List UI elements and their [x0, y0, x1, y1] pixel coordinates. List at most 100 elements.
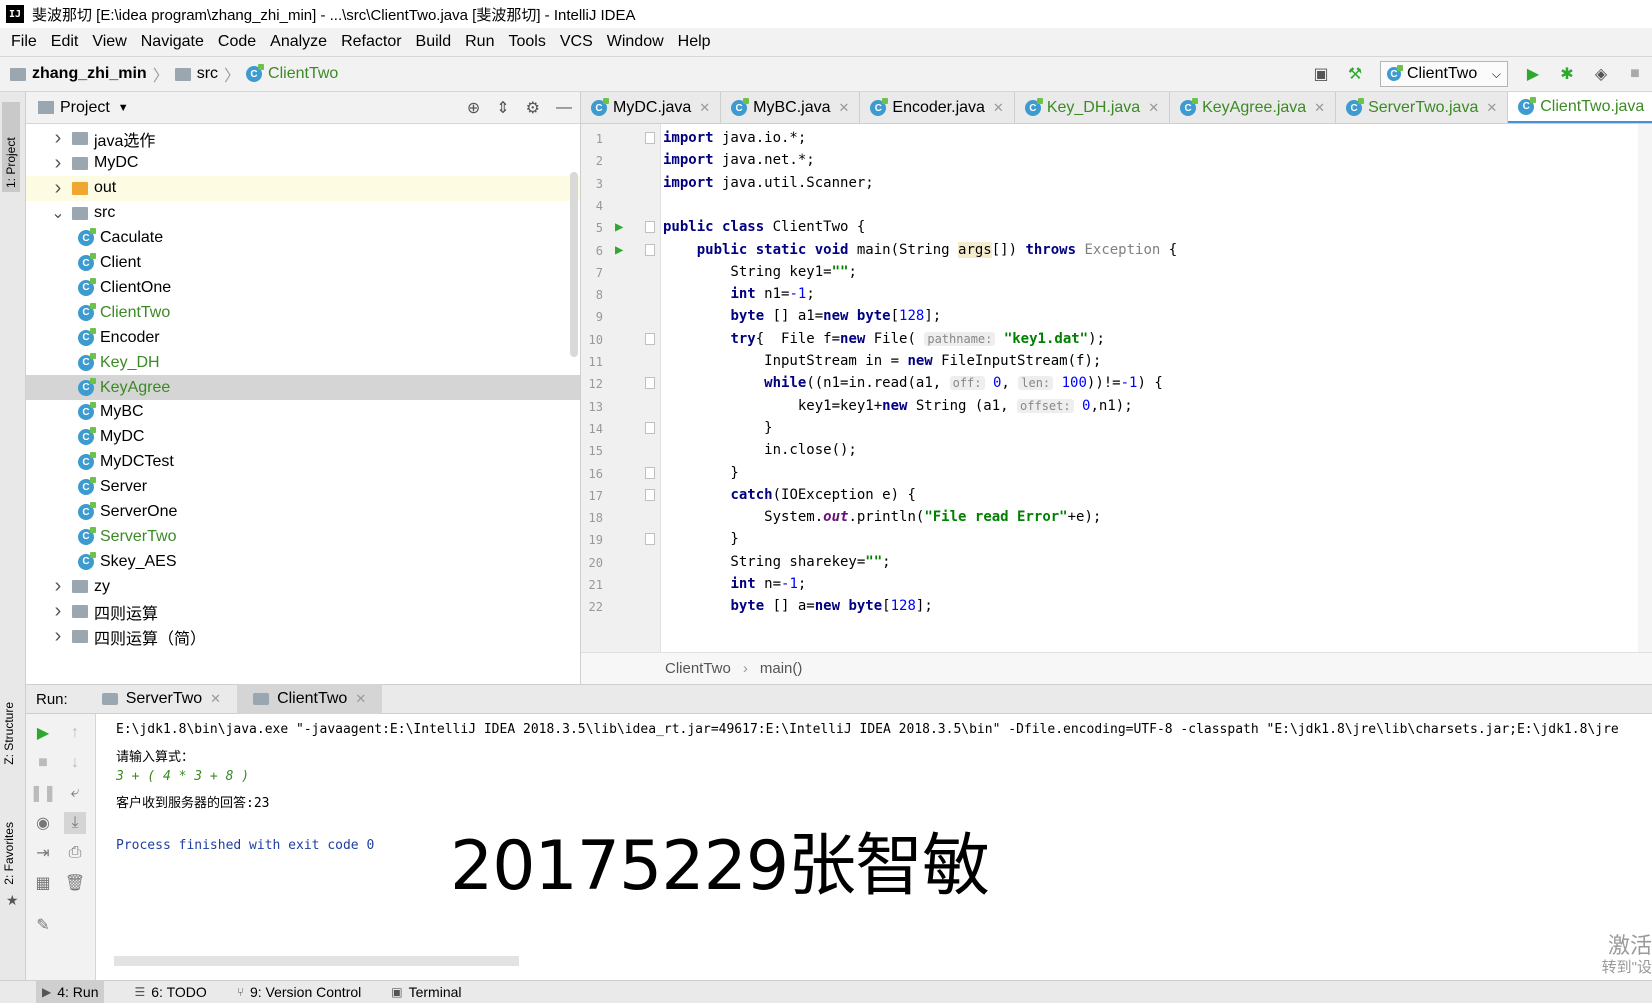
code-line[interactable]: 9 byte [] a1=new byte[128]; [581, 306, 1652, 330]
breadcrumb-project[interactable]: zhang_zhi_min [10, 65, 147, 83]
close-icon[interactable]: ✕ [1314, 100, 1325, 116]
tree-item-Caculate[interactable]: C Caculate [26, 226, 580, 251]
close-icon[interactable]: ✕ [1148, 100, 1159, 116]
menu-tools[interactable]: Tools [501, 33, 552, 51]
tree-item-MyDC[interactable]: › MyDC [26, 151, 580, 176]
code-line[interactable]: 17 catch(IOException e) { [581, 485, 1652, 509]
chevron-down-icon[interactable]: ▼ [118, 102, 129, 114]
editor-scrollbar[interactable] [1638, 124, 1652, 652]
menu-build[interactable]: Build [409, 33, 459, 51]
run-configuration-select[interactable]: C ClientTwo ⌵ [1380, 61, 1508, 87]
tree-item-ServerTwo[interactable]: C ServerTwo [26, 524, 580, 549]
run-icon[interactable]: ▶ [1522, 63, 1544, 85]
tree-item-zy[interactable]: › zy [26, 574, 580, 599]
code-line[interactable]: 1 import java.io.*; [581, 128, 1652, 152]
menu-window[interactable]: Window [600, 33, 671, 51]
code-line[interactable]: 14 } [581, 418, 1652, 442]
code-editor[interactable]: 1 import java.io.*; 2 import java.net.*; 3 im… [581, 124, 1652, 652]
bottom-tab-Terminal[interactable]: ▣ Terminal [391, 984, 461, 1000]
chevron-right-icon[interactable]: › [48, 600, 68, 623]
arrow-down-icon[interactable]: ↓ [64, 752, 86, 774]
code-line[interactable]: 11 InputStream in = new FileInputStream(… [581, 351, 1652, 375]
code-line[interactable]: 5 ▶ public class ClientTwo { [581, 217, 1652, 241]
gear-icon[interactable]: ⚙ [526, 98, 540, 118]
restore-layout-icon[interactable]: ⇥ [32, 842, 54, 864]
close-icon[interactable]: ✕ [699, 100, 710, 116]
collapse-all-icon[interactable]: ⇕ [496, 98, 509, 118]
pause-icon[interactable]: ❚❚ [30, 782, 57, 804]
tree-item-src[interactable]: ⌄ src [26, 201, 580, 226]
chevron-right-icon[interactable]: › [48, 152, 68, 175]
stop-icon[interactable]: ■ [1624, 63, 1646, 85]
locate-target-icon[interactable]: ⊕ [467, 98, 480, 118]
fold-marker-icon[interactable] [645, 488, 655, 501]
debug-bug-icon[interactable]: ✱ [1556, 63, 1578, 85]
close-icon[interactable]: ✕ [993, 100, 1004, 116]
breadcrumb-folder[interactable]: src [174, 65, 218, 83]
print-icon[interactable]: ⎙ [64, 842, 86, 864]
minimize-icon[interactable]: — [556, 99, 572, 117]
run-gutter-icon[interactable]: ▶ [615, 242, 623, 258]
code-line[interactable]: 2 import java.net.*; [581, 150, 1652, 174]
breadcrumb-file[interactable]: C ClientTwo [246, 64, 338, 83]
menu-run[interactable]: Run [458, 33, 501, 51]
code-line[interactable]: 12 while((n1=in.read(a1, off: 0, len: 10… [581, 373, 1652, 397]
tree-item-四则运算[interactable]: › 四则运算 [26, 599, 580, 624]
tool-tab-structure[interactable]: Z: Structure [2, 702, 16, 765]
fold-marker-icon[interactable] [645, 243, 655, 256]
tree-item-Skey_AES[interactable]: C Skey_AES [26, 549, 580, 574]
menu-analyze[interactable]: Analyze [263, 33, 334, 51]
editor-tab-ClientTwo.java[interactable]: CClientTwo.java✕ [1508, 92, 1652, 123]
project-tree-scrollbar[interactable] [570, 172, 578, 357]
fold-marker-icon[interactable] [645, 377, 655, 390]
bottom-tab-4: Run[interactable]: ▶ 4: Run [36, 980, 105, 1003]
soft-wrap-icon[interactable]: ⤶ [64, 782, 86, 804]
scroll-to-end-icon[interactable]: ⤓ [64, 812, 86, 834]
tree-item-MyDCTest[interactable]: C MyDCTest [26, 450, 580, 475]
code-line[interactable]: 8 int n1=-1; [581, 284, 1652, 308]
code-line[interactable]: 7 String key1=""; [581, 262, 1652, 286]
close-icon[interactable]: ✕ [210, 691, 221, 707]
code-line[interactable]: 22 byte [] a=new byte[128]; [581, 596, 1652, 620]
run-tab-ClientTwo[interactable]: ClientTwo ✕ [237, 684, 383, 714]
editor-tab-Encoder.java[interactable]: C Encoder.java ✕ [860, 92, 1015, 123]
arrow-up-icon[interactable]: ↑ [64, 722, 86, 744]
code-line[interactable]: 13 key1=key1+new String (a1, offset: 0,n… [581, 396, 1652, 420]
pin-icon[interactable]: ✎ [32, 914, 54, 936]
fold-marker-icon[interactable] [645, 466, 655, 479]
fold-marker-icon[interactable] [645, 132, 655, 144]
editor-breadcrumb-class[interactable]: ClientTwo [665, 660, 731, 677]
chevron-down-icon[interactable]: ⌄ [48, 203, 68, 223]
chevron-right-icon[interactable]: › [48, 575, 68, 598]
menu-help[interactable]: Help [671, 33, 718, 51]
fold-marker-icon[interactable] [645, 221, 655, 234]
project-view-selector[interactable]: Project [60, 99, 110, 117]
console-horizontal-scrollbar[interactable] [114, 956, 519, 966]
menu-code[interactable]: Code [211, 33, 263, 51]
editor-tab-MyDC.java[interactable]: C MyDC.java ✕ [581, 92, 722, 123]
code-line[interactable]: 4 [581, 195, 1652, 219]
code-line[interactable]: 3 import java.util.Scanner; [581, 173, 1652, 197]
chevron-right-icon[interactable]: › [48, 625, 68, 648]
tree-item-out[interactable]: › out [26, 175, 580, 201]
fold-marker-icon[interactable] [645, 421, 655, 434]
bottom-tab-9: Version Control[interactable]: ⑂ 9: Version Control [237, 984, 362, 1000]
editor-tab-ServerTwo.java[interactable]: C ServerTwo.java ✕ [1336, 92, 1509, 123]
build-hammer-icon[interactable]: ⚒ [1344, 63, 1366, 85]
code-line[interactable]: 19 } [581, 529, 1652, 553]
editor-tab-MyBC.java[interactable]: C MyBC.java ✕ [721, 92, 861, 123]
menu-edit[interactable]: Edit [44, 33, 86, 51]
tree-item-Client[interactable]: C Client [26, 251, 580, 276]
tool-tab-project[interactable]: 1: Project [2, 102, 20, 192]
fold-marker-icon[interactable] [645, 533, 655, 546]
menu-file[interactable]: File [4, 33, 44, 51]
run-tab-ServerTwo[interactable]: ServerTwo ✕ [86, 684, 237, 714]
close-icon[interactable]: ✕ [839, 100, 850, 116]
menu-refactor[interactable]: Refactor [334, 33, 408, 51]
code-line[interactable]: 18 System.out.println("File read Error"+… [581, 507, 1652, 531]
close-icon[interactable]: ✕ [355, 691, 366, 707]
bottom-tab-6: TODO[interactable]: ☰ 6: TODO [134, 984, 206, 1000]
layout-grid-icon[interactable]: ▦ [32, 872, 54, 894]
run-gutter-icon[interactable]: ▶ [615, 219, 623, 235]
tree-item-Encoder[interactable]: C Encoder [26, 325, 580, 350]
